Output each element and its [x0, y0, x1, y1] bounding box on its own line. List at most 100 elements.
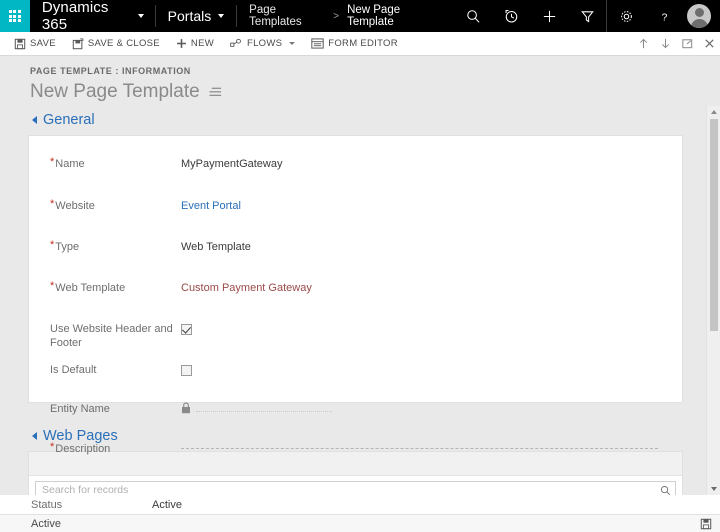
- status-field-value[interactable]: Active: [152, 499, 182, 511]
- search-input[interactable]: [36, 482, 655, 495]
- section-header-general[interactable]: General: [18, 106, 690, 135]
- scroll-up-button[interactable]: [707, 106, 720, 118]
- brand-dynamics365[interactable]: Dynamics 365: [30, 0, 155, 33]
- save-close-icon: [72, 37, 84, 49]
- lock-icon: [182, 402, 190, 414]
- save-and-close-button[interactable]: SAVE & CLOSE: [72, 37, 160, 50]
- close-button[interactable]: [698, 32, 720, 56]
- entity-name-readonly-line: [196, 410, 332, 412]
- web-pages-subgrid: Name↑ Partial URL Parent Page Website Di…: [28, 451, 683, 495]
- breadcrumb: Page Templates > New Page Template: [237, 0, 454, 32]
- search-icon[interactable]: [454, 0, 492, 32]
- svg-text:?: ?: [661, 12, 667, 23]
- field-web-template: *Web Template Custom Payment Gateway: [29, 280, 682, 307]
- scroll-down-arrow-icon: [711, 487, 717, 491]
- breadcrumb-parent[interactable]: Page Templates: [249, 4, 325, 28]
- app-launcher-button[interactable]: [0, 0, 30, 32]
- required-asterisk: *: [50, 280, 55, 292]
- field-website: *Website Event Portal: [29, 198, 682, 225]
- chevron-down-icon: [137, 14, 144, 18]
- field-label-name: *Name: [50, 156, 85, 171]
- page-title: New Page Template: [30, 81, 200, 102]
- breadcrumb-current: New Page Template: [347, 4, 401, 28]
- brand-label: Dynamics 365: [41, 0, 109, 33]
- waffle-grid-icon: [8, 10, 21, 22]
- close-icon: [704, 39, 714, 48]
- checkbox-use-website-header-footer[interactable]: [181, 323, 192, 335]
- footer-save-button[interactable]: [700, 518, 712, 530]
- chevron-down-icon: [289, 42, 296, 45]
- collapse-caret-icon: [32, 115, 37, 124]
- section-title-general: General: [43, 112, 95, 128]
- required-asterisk: *: [50, 441, 55, 453]
- form-editor-label: FORM EDITOR: [328, 38, 398, 49]
- next-record-button[interactable]: [654, 32, 676, 56]
- field-name: *Name MyPaymentGateway: [29, 156, 682, 183]
- flows-icon: [230, 38, 241, 47]
- search-records-box[interactable]: [35, 481, 676, 495]
- status-field-label: Status: [31, 499, 63, 511]
- page-eyebrow: PAGE TEMPLATE : INFORMATION: [30, 66, 191, 76]
- recent-history-icon[interactable]: [492, 0, 530, 32]
- top-navigation-bar: Dynamics 365 Portals Page Templates > Ne…: [0, 0, 720, 33]
- save-button[interactable]: SAVE: [14, 38, 56, 50]
- footer-status-label: Active: [31, 517, 61, 530]
- field-label-description: *Description: [50, 441, 111, 456]
- nav-icon-group-right: ?: [606, 0, 720, 32]
- form-editor-icon: [311, 38, 324, 49]
- checkbox-is-default[interactable]: [181, 364, 192, 376]
- gear-icon[interactable]: [607, 0, 645, 32]
- new-button[interactable]: NEW: [176, 38, 214, 49]
- previous-record-button[interactable]: [632, 32, 654, 56]
- quick-create-icon[interactable]: [530, 0, 568, 32]
- field-label-entity-name: Entity Name: [50, 403, 110, 415]
- save-disk-icon: [700, 518, 712, 529]
- form-editor-button[interactable]: FORM EDITOR: [311, 38, 398, 49]
- scrollbar-thumb[interactable]: [710, 119, 718, 331]
- save-and-close-label: SAVE & CLOSE: [87, 38, 160, 49]
- description-input-line: [181, 448, 658, 449]
- save-disk-icon: [14, 38, 26, 49]
- page-header: PAGE TEMPLATE : INFORMATION New Page Tem…: [0, 56, 720, 107]
- field-label-is-default: Is Default: [50, 364, 97, 376]
- save-label: SAVE: [30, 38, 56, 49]
- form-panel: General *Name MyPaymentGateway *Website …: [18, 106, 690, 495]
- field-value-website[interactable]: Event Portal: [181, 198, 682, 213]
- required-asterisk: *: [50, 239, 55, 251]
- required-asterisk: *: [50, 156, 55, 168]
- nav-icon-group: [454, 0, 606, 32]
- field-value-web-template[interactable]: Custom Payment Gateway: [181, 280, 682, 295]
- scroll-up-arrow-icon: [711, 110, 717, 114]
- pop-out-icon: [681, 39, 692, 49]
- down-arrow-icon: [661, 38, 669, 49]
- footer-status-bar: Active: [0, 514, 720, 532]
- filter-icon[interactable]: [568, 0, 606, 32]
- collapse-caret-icon: [32, 431, 37, 440]
- form-vertical-scrollbar[interactable]: [706, 106, 720, 495]
- field-value-name[interactable]: MyPaymentGateway: [181, 156, 682, 171]
- field-use-website-header-footer: Use Website Header and Footer: [29, 321, 682, 350]
- subgrid-search-row: [29, 476, 682, 495]
- required-asterisk: *: [50, 198, 55, 210]
- page-title-row: New Page Template: [30, 81, 720, 103]
- form-selector-icon[interactable]: [209, 86, 222, 98]
- scroll-down-button[interactable]: [707, 483, 720, 495]
- page-content-area: PAGE TEMPLATE : INFORMATION New Page Tem…: [0, 56, 720, 532]
- flows-menu-button[interactable]: FLOWS: [230, 38, 296, 49]
- app-name-portals[interactable]: Portals: [156, 0, 237, 32]
- field-label-website: *Website: [50, 198, 95, 213]
- search-icon[interactable]: [655, 482, 675, 495]
- command-bar: SAVE SAVE & CLOSE NEW FLOWS FORM EDITOR: [0, 32, 720, 56]
- app-name-label: Portals: [167, 8, 212, 24]
- pop-out-button[interactable]: [676, 32, 698, 56]
- field-label-type: *Type: [50, 239, 80, 254]
- field-is-default: Is Default: [29, 362, 682, 389]
- plus-icon: [177, 39, 186, 48]
- field-value-description[interactable]: [181, 441, 682, 449]
- help-icon[interactable]: ?: [645, 0, 683, 32]
- user-avatar[interactable]: [687, 4, 712, 28]
- flows-label: FLOWS: [246, 38, 283, 49]
- field-value-type[interactable]: Web Template: [181, 239, 682, 254]
- status-field-row: Status Active: [0, 495, 720, 514]
- chevron-down-icon: [218, 14, 225, 18]
